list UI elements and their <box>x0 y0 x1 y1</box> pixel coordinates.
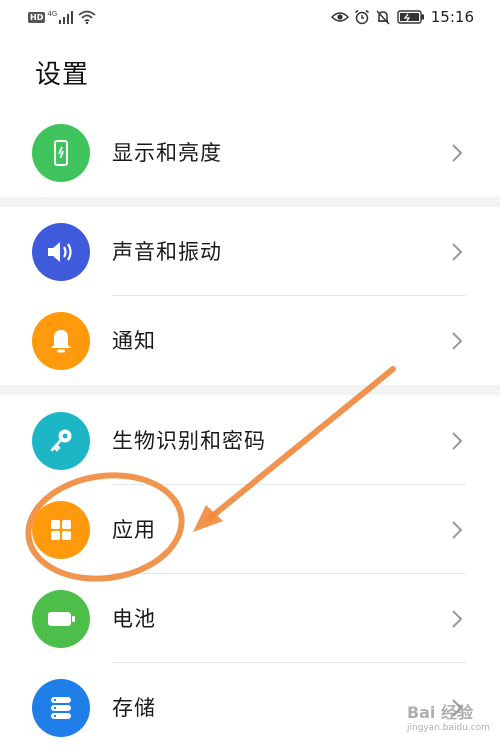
settings-item-label: 电池 <box>112 606 156 631</box>
settings-item-apps[interactable]: 应用 <box>0 485 500 574</box>
bell-icon <box>32 311 90 370</box>
section-gap <box>0 385 500 395</box>
watermark-subtext: jingyan.baidu.com <box>406 723 490 733</box>
watermark-text: Bai 经验 <box>406 703 473 722</box>
clock-time: 15:16 <box>430 8 474 26</box>
battery-status-icon <box>397 10 424 24</box>
chevron-right-icon <box>452 331 463 350</box>
alarm-icon <box>354 9 369 25</box>
settings-item-label: 显示和亮度 <box>112 140 222 165</box>
settings-item-label: 声音和振动 <box>112 239 222 264</box>
settings-item-notifications[interactable]: 通知 <box>0 296 500 385</box>
settings-item-sound[interactable]: 声音和振动 <box>0 207 500 296</box>
settings-item-label: 生物识别和密码 <box>112 428 266 453</box>
speaker-icon <box>32 222 90 281</box>
settings-item-biometrics[interactable]: 生物识别和密码 <box>0 396 500 485</box>
status-bar: HD 4G 15:16 <box>0 0 500 34</box>
chevron-right-icon <box>452 609 463 628</box>
chevron-right-icon <box>452 143 463 162</box>
wifi-icon <box>78 10 96 24</box>
storage-icon <box>32 678 90 737</box>
mute-bell-icon <box>376 10 390 25</box>
page-title: 设置 <box>35 60 90 90</box>
apps-grid-icon <box>32 500 90 559</box>
signal-icon <box>59 11 74 24</box>
network-type: 4G <box>47 10 58 18</box>
settings-item-label: 存储 <box>112 695 156 720</box>
hd-badge: HD <box>28 11 46 23</box>
display-phone-icon <box>32 123 90 182</box>
chevron-right-icon <box>452 242 463 261</box>
battery-icon <box>32 589 90 648</box>
chevron-right-icon <box>452 431 463 450</box>
eye-icon <box>330 12 349 22</box>
settings-item-label: 通知 <box>112 328 156 353</box>
settings-item-display[interactable]: 显示和亮度 <box>0 108 500 197</box>
chevron-right-icon <box>452 520 463 539</box>
settings-item-battery[interactable]: 电池 <box>0 574 500 663</box>
baidu-watermark: Bai 经验 jingyan.baidu.com <box>407 699 490 733</box>
status-left: HD 4G <box>28 9 96 25</box>
status-right: 15:16 <box>330 6 474 28</box>
section-gap <box>0 197 500 207</box>
key-icon <box>32 411 90 470</box>
settings-item-label: 应用 <box>112 517 156 542</box>
